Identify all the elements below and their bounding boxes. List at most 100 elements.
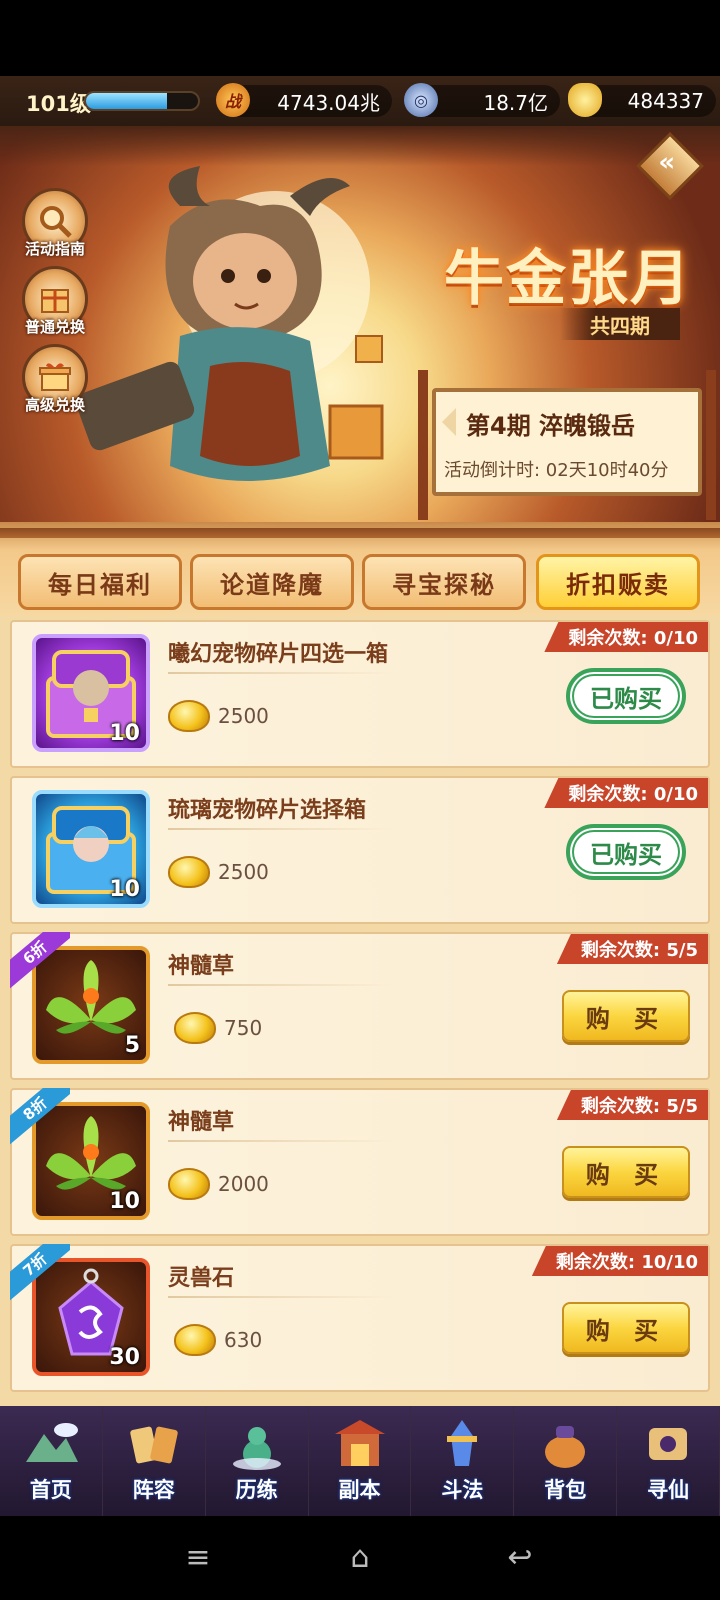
double-chevron-left-icon: «	[658, 147, 676, 178]
discount-ribbon: 6折	[10, 932, 70, 992]
buy-button[interactable]: 购 买	[562, 1146, 690, 1198]
gold-ingot-icon	[168, 700, 210, 732]
status-bar	[0, 0, 720, 76]
coin-value: 18.7亿	[483, 90, 548, 115]
power-icon: 战	[216, 83, 250, 117]
nav-trial[interactable]: 历练	[205, 1406, 309, 1516]
power-value: 4743.04兆	[277, 90, 380, 115]
list-item: 10 琉璃宠物碎片选择箱 2500 剩余次数: 0/10 已购买	[10, 776, 710, 924]
back-icon[interactable]: ↩	[500, 1540, 540, 1576]
gift-icon	[39, 363, 71, 391]
countdown-text: 活动倒计时: 02天10时40分	[444, 460, 669, 481]
gate-icon	[334, 1420, 385, 1466]
price-value: 2000	[218, 1172, 269, 1196]
event-title: 牛金张月	[444, 244, 692, 314]
remaining-count-badge: 剩余次数: 5/5	[556, 934, 708, 964]
resource-bar: 101级 战 4743.04兆 ◎ 18.7亿 484337	[0, 76, 720, 126]
item-name: 神髓草	[168, 954, 235, 979]
stage-prev-arrow-icon[interactable]	[442, 408, 456, 436]
nav-home[interactable]: 首页	[0, 1406, 103, 1516]
purchased-button: 已购买	[566, 824, 686, 880]
price-value: 630	[224, 1328, 263, 1352]
mountain-cloud-icon	[26, 1423, 78, 1462]
divider	[168, 984, 394, 986]
divider	[168, 1296, 394, 1298]
advanced-exchange-button[interactable]: 高级兑换	[18, 344, 92, 418]
remaining-count-badge: 剩余次数: 5/5	[556, 1090, 708, 1120]
item-price: 2500	[168, 700, 269, 732]
item-price: 630	[174, 1324, 262, 1356]
price-value: 2500	[218, 860, 269, 884]
game-screen: 101级 战 4743.04兆 ◎ 18.7亿 484337 活动指南 普通兑换…	[0, 0, 720, 1600]
stage-title: 第4期 淬魄锻岳	[466, 412, 636, 440]
item-name: 灵兽石	[168, 1266, 235, 1291]
normal-exchange-button[interactable]: 普通兑换	[18, 266, 92, 340]
nav-seek-immortal[interactable]: 寻仙	[617, 1406, 720, 1516]
item-icon-frame[interactable]: 10	[32, 790, 150, 908]
gold-value: 484337	[627, 89, 704, 113]
tab-discount-sale[interactable]: 折扣贩卖	[536, 554, 700, 610]
item-name: 神髓草	[168, 1110, 235, 1135]
purchased-button: 已购买	[566, 668, 686, 724]
gold-display[interactable]: 484337	[568, 83, 716, 117]
scroll-icon	[649, 1428, 688, 1460]
remaining-count-badge: 剩余次数: 10/10	[531, 1246, 708, 1276]
magnifier-icon	[40, 206, 72, 238]
remaining-count-badge: 剩余次数: 0/10	[544, 778, 708, 808]
list-item: 10 曦幻宠物碎片四选一箱 2500 剩余次数: 0/10 已购买	[10, 620, 710, 768]
buy-button[interactable]: 购 买	[562, 1302, 690, 1354]
item-quantity: 10	[109, 721, 140, 746]
character-illustration	[75, 166, 384, 481]
gold-ingot-icon	[168, 1168, 210, 1200]
price-value: 2500	[218, 704, 269, 728]
normal-exchange-label: 普通兑换	[24, 318, 85, 336]
item-quantity: 10	[109, 1189, 140, 1214]
tab-daily-welfare[interactable]: 每日福利	[18, 554, 182, 610]
item-quantity: 10	[109, 877, 140, 902]
list-item: 10 8折 神髓草 2000 剩余次数: 5/5 购 买	[10, 1088, 710, 1236]
gold-ingot-icon	[568, 83, 602, 117]
tab-strip: 每日福利 论道降魔 寻宝探秘 折扣贩卖	[0, 522, 720, 616]
item-quantity: 30	[109, 1345, 140, 1370]
activity-guide-label: 活动指南	[24, 240, 85, 258]
remaining-count-badge: 剩余次数: 0/10	[544, 622, 708, 652]
stage-panel: 第4期 淬魄锻岳 活动倒计时: 02天10时40分	[418, 370, 716, 520]
buy-button[interactable]: 购 买	[562, 990, 690, 1042]
price-value: 750	[224, 1016, 263, 1040]
tab-treasure-hunt[interactable]: 寻宝探秘	[362, 554, 526, 610]
gourd-icon	[232, 1427, 281, 1470]
coin-display[interactable]: ◎ 18.7亿	[404, 83, 560, 117]
item-price: 2500	[168, 856, 269, 888]
home-icon[interactable]: ⌂	[340, 1540, 380, 1576]
tab-demon-subduing[interactable]: 论道降魔	[190, 554, 354, 610]
power-display: 战 4743.04兆	[216, 83, 392, 117]
item-price: 750	[174, 1012, 262, 1044]
gift-box-icon	[41, 289, 69, 313]
item-quantity: 5	[124, 1033, 140, 1058]
event-banner: 活动指南 普通兑换 高级兑换 « 牛金张月 共四期 第4期 淬魄锻岳 活动倒计时…	[0, 126, 720, 522]
copper-coin-icon: ◎	[404, 83, 438, 117]
divider	[168, 672, 394, 674]
nav-backpack[interactable]: 背包	[514, 1406, 618, 1516]
player-level: 101级	[26, 92, 91, 116]
item-price: 2000	[168, 1168, 269, 1200]
list-item: 30 7折 灵兽石 630 剩余次数: 10/10 购 买	[10, 1244, 710, 1392]
gold-ingot-icon	[174, 1324, 216, 1356]
item-name: 琉璃宠物碎片选择箱	[168, 798, 367, 823]
discount-ribbon: 7折	[10, 1244, 70, 1304]
activity-guide-button[interactable]: 活动指南	[18, 188, 92, 262]
item-name: 曦幻宠物碎片四选一箱	[168, 642, 389, 667]
tower-icon	[447, 1420, 478, 1466]
banner-top-shade	[0, 126, 720, 166]
nav-duel[interactable]: 斗法	[411, 1406, 515, 1516]
nav-dungeon[interactable]: 副本	[308, 1406, 412, 1516]
bottom-nav: 首页 阵容 历练 副本 斗法 背包 寻仙	[0, 1406, 720, 1516]
advanced-exchange-label: 高级兑换	[24, 396, 85, 414]
xp-bar-fill	[86, 93, 167, 109]
menu-icon[interactable]: ≡	[178, 1540, 218, 1576]
shop-item-list[interactable]: 10 曦幻宠物碎片四选一箱 2500 剩余次数: 0/10 已购买 10 琉璃宠…	[0, 616, 720, 1406]
nav-lineup[interactable]: 阵容	[102, 1406, 206, 1516]
divider	[168, 1140, 394, 1142]
gold-ingot-icon	[168, 856, 210, 888]
item-icon-frame[interactable]: 10	[32, 634, 150, 752]
